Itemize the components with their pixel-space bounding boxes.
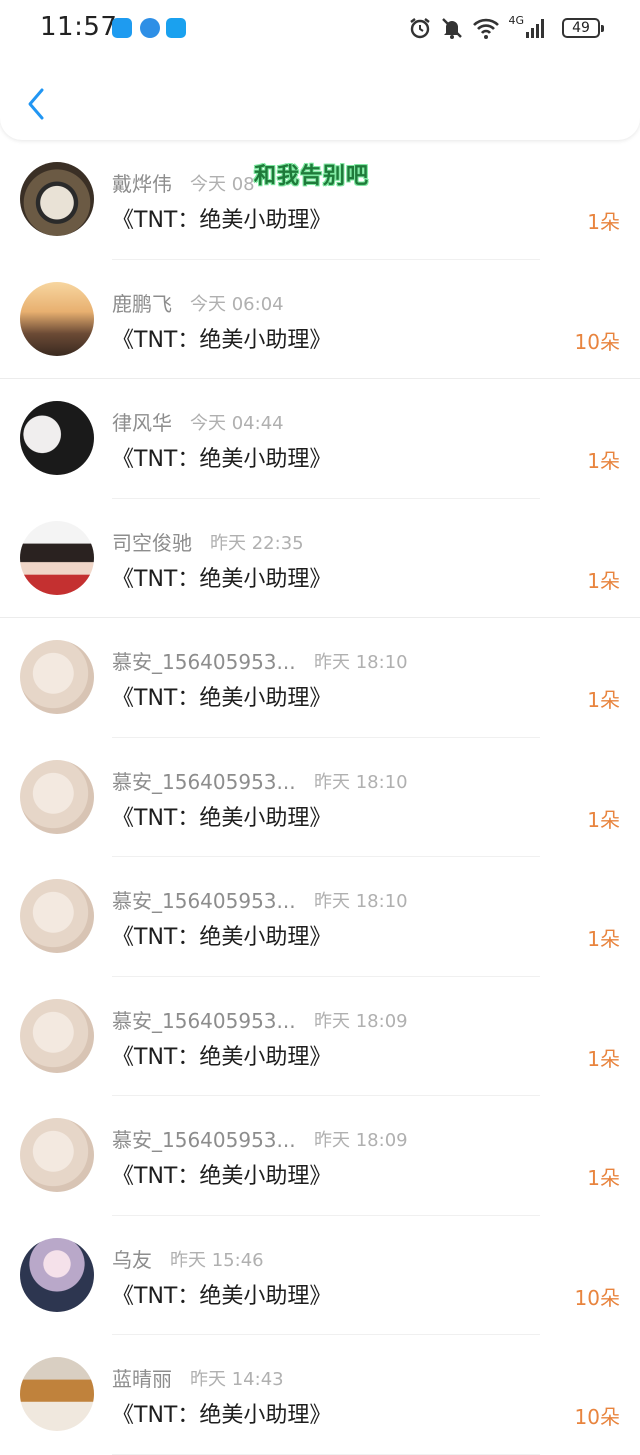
user-name[interactable]: 慕安_156405953... bbox=[112, 1124, 296, 1153]
user-avatar[interactable] bbox=[20, 281, 94, 356]
user-avatar[interactable] bbox=[20, 640, 94, 714]
gift-record-row[interactable]: 慕安_156405953... 昨天 18:10 《TNT：绝美小助理》 1朵 bbox=[0, 618, 640, 738]
record-time: 今天 08 bbox=[190, 174, 255, 195]
user-avatar[interactable] bbox=[20, 998, 94, 1073]
network-type-label: 4G bbox=[508, 13, 524, 27]
status-icons: 4G 49 bbox=[408, 13, 604, 42]
gift-record-list: 戴烨伟 今天 08 《TNT：绝美小助理》 1朵 鹿鹏飞 今天 06:04 《TNT：绝美小… bbox=[0, 140, 640, 1455]
book-title[interactable]: 《TNT：绝美小助理》 bbox=[112, 441, 331, 473]
status-time: 11:57 bbox=[40, 12, 118, 42]
overlay-caption: 和我告别吧 bbox=[254, 164, 370, 189]
gift-record-row[interactable]: 律风华 今天 04:44 《TNT：绝美小助理》 1朵 bbox=[0, 379, 640, 499]
user-avatar[interactable] bbox=[20, 1357, 94, 1431]
user-name[interactable]: 慕安_156405953... bbox=[112, 646, 296, 675]
gift-record-row[interactable]: 慕安_156405953... 昨天 18:10 《TNT：绝美小助理》 1朵 bbox=[0, 737, 640, 857]
message-app-icon bbox=[112, 18, 132, 38]
status-bar: 11:57 4G 49 bbox=[0, 0, 640, 56]
gift-count: 1朵 bbox=[587, 927, 620, 951]
user-name[interactable]: 乌友 bbox=[112, 1244, 152, 1273]
mute-bell-icon bbox=[442, 18, 463, 39]
user-avatar[interactable] bbox=[20, 520, 94, 595]
nav-bar bbox=[0, 60, 640, 140]
record-time: 昨天 18:10 bbox=[314, 891, 408, 912]
user-name[interactable]: 司空俊驰 bbox=[112, 527, 192, 556]
book-title[interactable]: 《TNT：绝美小助理》 bbox=[112, 1039, 331, 1071]
record-time: 昨天 18:09 bbox=[314, 1010, 408, 1032]
gift-count: 1朵 bbox=[587, 568, 620, 593]
record-time: 昨天 14:43 bbox=[190, 1369, 284, 1390]
battery-indicator: 49 bbox=[562, 18, 604, 38]
gift-count: 1朵 bbox=[587, 807, 620, 832]
gift-count: 1朵 bbox=[587, 1046, 620, 1071]
book-title[interactable]: 《TNT：绝美小助理》 bbox=[112, 322, 331, 354]
gift-count: 1朵 bbox=[587, 688, 620, 712]
user-name[interactable]: 慕安_156405953... bbox=[112, 885, 296, 914]
book-title[interactable]: 《TNT：绝美小助理》 bbox=[112, 1278, 331, 1310]
user-name[interactable]: 戴烨伟 bbox=[112, 168, 172, 197]
book-title[interactable]: 《TNT：绝美小助理》 bbox=[112, 680, 331, 712]
record-time: 今天 04:44 bbox=[190, 413, 284, 434]
record-time: 昨天 15:46 bbox=[170, 1249, 264, 1271]
record-time: 昨天 18:10 bbox=[314, 771, 408, 793]
book-title[interactable]: 《TNT：绝美小助理》 bbox=[112, 202, 331, 234]
book-title[interactable]: 《TNT：绝美小助理》 bbox=[112, 800, 331, 832]
gift-count: 10朵 bbox=[574, 1405, 620, 1429]
user-name[interactable]: 慕安_156405953... bbox=[112, 766, 296, 795]
cloud-app-icon bbox=[166, 18, 186, 38]
user-avatar[interactable] bbox=[20, 1237, 94, 1312]
gift-count: 1朵 bbox=[587, 449, 620, 473]
row-divider bbox=[112, 1453, 540, 1455]
top-header: 11:57 4G 49 bbox=[0, 0, 640, 140]
user-avatar[interactable] bbox=[20, 401, 94, 475]
user-avatar[interactable] bbox=[20, 1118, 94, 1192]
gift-count: 10朵 bbox=[574, 329, 620, 354]
book-title[interactable]: 《TNT：绝美小助理》 bbox=[112, 1158, 331, 1190]
user-name[interactable]: 律风华 bbox=[112, 407, 172, 436]
book-title[interactable]: 《TNT：绝美小助理》 bbox=[112, 919, 331, 951]
user-name[interactable]: 鹿鹏飞 bbox=[112, 288, 172, 317]
book-title[interactable]: 《TNT：绝美小助理》 bbox=[112, 561, 331, 593]
record-time: 昨天 22:35 bbox=[210, 532, 304, 554]
back-button[interactable] bbox=[18, 84, 54, 124]
user-name[interactable]: 蓝晴丽 bbox=[112, 1363, 172, 1392]
gift-record-row[interactable]: 慕安_156405953... 昨天 18:10 《TNT：绝美小助理》 1朵 bbox=[0, 857, 640, 977]
book-title[interactable]: 《TNT：绝美小助理》 bbox=[112, 1397, 331, 1429]
back-arrow-icon bbox=[28, 88, 44, 120]
alarm-icon bbox=[410, 18, 431, 39]
wifi-icon bbox=[473, 18, 500, 39]
gift-record-row[interactable]: 司空俊驰 昨天 22:35 《TNT：绝美小助理》 1朵 bbox=[0, 498, 640, 618]
user-name[interactable]: 慕安_156405953... bbox=[112, 1005, 296, 1034]
record-time: 今天 06:04 bbox=[190, 293, 284, 315]
signal-icon bbox=[526, 19, 544, 38]
gift-record-row[interactable]: 慕安_156405953... 昨天 18:09 《TNT：绝美小助理》 1朵 bbox=[0, 976, 640, 1096]
gift-record-row[interactable]: 慕安_156405953... 昨天 18:09 《TNT：绝美小助理》 1朵 bbox=[0, 1096, 640, 1216]
user-avatar[interactable] bbox=[20, 162, 94, 236]
user-avatar[interactable] bbox=[20, 879, 94, 953]
record-time: 昨天 18:10 bbox=[314, 652, 408, 673]
user-avatar[interactable] bbox=[20, 759, 94, 834]
gift-record-row[interactable]: 蓝晴丽 昨天 14:43 《TNT：绝美小助理》 10朵 bbox=[0, 1335, 640, 1455]
browser-app-icon bbox=[140, 18, 160, 38]
gift-record-row[interactable]: 乌友 昨天 15:46 《TNT：绝美小助理》 10朵 bbox=[0, 1215, 640, 1335]
record-time: 昨天 18:09 bbox=[314, 1130, 408, 1151]
gift-count: 1朵 bbox=[587, 210, 620, 234]
gift-count: 1朵 bbox=[587, 1166, 620, 1190]
gift-count: 10朵 bbox=[574, 1285, 620, 1310]
gift-record-row[interactable]: 鹿鹏飞 今天 06:04 《TNT：绝美小助理》 10朵 bbox=[0, 259, 640, 379]
